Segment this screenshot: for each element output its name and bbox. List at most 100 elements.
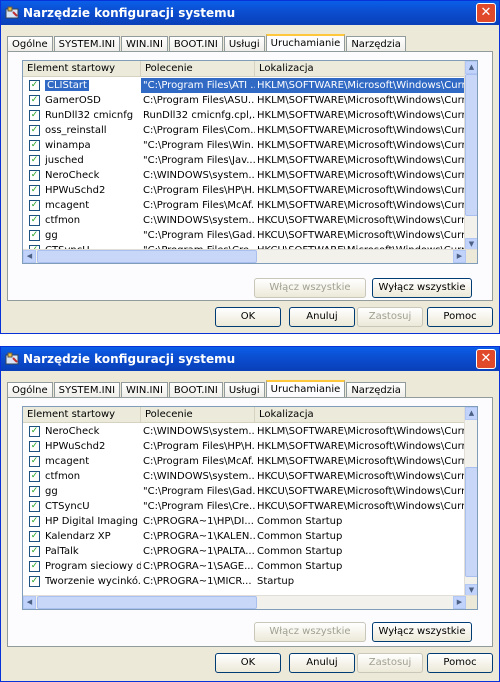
startup-checkbox[interactable]: ✓ xyxy=(29,456,40,467)
startup-checkbox[interactable]: ✓ xyxy=(29,486,40,497)
enable-all-button[interactable]: Włącz wszystkie xyxy=(254,278,366,298)
list-item[interactable]: ✓ mcagent C:\Program Files\McAf... HKLM\SOF… xyxy=(23,198,465,213)
list-item[interactable]: ✓ Program sieciowy d...C:\PROGRA~1\SAGE..… xyxy=(23,559,465,574)
startup-item-name-text: mcagent xyxy=(45,456,90,467)
scroll-up-arrow-icon[interactable]: ▲ xyxy=(465,61,477,74)
startup-checkbox[interactable]: ✓ xyxy=(29,140,40,151)
startup-checkbox[interactable]: ✓ xyxy=(29,531,40,542)
startup-item-location: HKLM\SOFTWARE\Microsoft\Windows\CurrentV… xyxy=(257,426,465,437)
startup-checkbox[interactable]: ✓ xyxy=(29,426,40,437)
scroll-left-arrow-icon[interactable]: ◀ xyxy=(23,596,36,609)
scroll-right-arrow-icon[interactable]: ▶ xyxy=(453,250,466,263)
startup-item-name: gg xyxy=(45,228,141,243)
list-item[interactable]: ✓ oss_reinstall C:\Program Files\Com... HKL… xyxy=(23,123,465,138)
list-item[interactable]: ✓ ctfmon C:\WINDOWS\system... HKCU\SOFTWARE… xyxy=(23,213,465,228)
startup-list[interactable]: Element startowy Polecenie Lokalizacja ✓ CLI… xyxy=(22,60,478,264)
disable-all-button[interactable]: Wyłącz wszystkie xyxy=(372,622,472,642)
startup-checkbox[interactable]: ✓ xyxy=(29,170,40,181)
vertical-scrollbar[interactable]: ▲ ▼ xyxy=(464,61,477,251)
startup-item-name: HP Digital Imaging ... xyxy=(45,514,141,529)
startup-checkbox[interactable]: ✓ xyxy=(29,80,40,91)
list-item[interactable]: ✓ Kalendarz XP C:\PROGRA~1\KALEN... Common … xyxy=(23,529,465,544)
close-button[interactable]: ✕ xyxy=(476,349,496,369)
help-button[interactable]: Pomoc xyxy=(427,653,493,673)
startup-checkbox[interactable]: ✓ xyxy=(29,516,40,527)
startup-item-name-text: RunDll32 cmicnfg xyxy=(45,110,134,121)
enable-all-button[interactable]: Włącz wszystkie xyxy=(254,622,366,642)
column-header-element[interactable]: Element startowy xyxy=(23,61,141,77)
startup-checkbox[interactable]: ✓ xyxy=(29,576,40,587)
list-item[interactable]: ✓ PalTalk C:\PROGRA~1\PALTA... Common Start… xyxy=(23,544,465,559)
scroll-left-arrow-icon[interactable]: ◀ xyxy=(23,250,36,263)
disable-all-button[interactable]: Wyłącz wszystkie xyxy=(372,278,472,298)
startup-checkbox[interactable]: ✓ xyxy=(29,155,40,166)
apply-button[interactable]: Zastosuj xyxy=(357,653,423,673)
horizontal-scroll-thumb[interactable] xyxy=(37,250,257,263)
column-header-location[interactable]: Lokalizacja xyxy=(255,61,465,77)
list-item[interactable]: ✓ CLIStart "C:\Program Files\ATI ... HKLM\S… xyxy=(23,78,465,93)
list-item[interactable]: ✓ NeroCheck C:\WINDOWS\system... HKLM\SOFTW… xyxy=(23,424,465,439)
help-button[interactable]: Pomoc xyxy=(427,307,493,327)
startup-checkbox[interactable]: ✓ xyxy=(29,200,40,211)
list-item[interactable]: ✓ HPWuSchd2 C:\Program Files\HP\H... HKLM\S… xyxy=(23,439,465,454)
startup-item-location: HKLM\SOFTWARE\Microsoft\Windows\CurrentV… xyxy=(255,78,465,93)
startup-checkbox[interactable]: ✓ xyxy=(29,441,40,452)
horizontal-scrollbar[interactable]: ◀ ▶ xyxy=(23,249,477,263)
column-header-location[interactable]: Lokalizacja xyxy=(255,407,465,423)
list-item[interactable]: ✓ gg "C:\Program Files\Gad... HKCU\SOFTWARE… xyxy=(23,228,465,243)
startup-item-command: C:\Program Files\McAf... xyxy=(143,456,255,467)
list-item[interactable]: ✓ ctfmon C:\WINDOWS\system... HKCU\SOFTWARE… xyxy=(23,469,465,484)
ok-button[interactable]: OK xyxy=(215,653,281,673)
column-header-command[interactable]: Polecenie xyxy=(141,61,255,77)
list-item[interactable]: ✓ NeroCheck C:\WINDOWS\system... HKLM\SOFTW… xyxy=(23,168,465,183)
startup-item-location: HKCU\SOFTWARE\Microsoft\Windows\CurrentV… xyxy=(257,501,465,512)
list-item[interactable]: ✓ mcagent C:\Program Files\McAf... HKLM\SOF… xyxy=(23,454,465,469)
startup-item-name: PalTalk xyxy=(45,544,141,559)
startup-checkbox[interactable]: ✓ xyxy=(29,95,40,106)
startup-item-command: C:\Program Files\Com... xyxy=(143,125,255,136)
list-item[interactable]: ✓ GamerOSD C:\Program Files\ASU... HKLM\SOF… xyxy=(23,93,465,108)
startup-checkbox[interactable]: ✓ xyxy=(29,125,40,136)
list-item[interactable]: ✓ HP Digital Imaging ... C:\PROGRA~1\HP\DI… xyxy=(23,514,465,529)
startup-item-name: mcagent xyxy=(45,454,141,469)
horizontal-scroll-thumb[interactable] xyxy=(37,596,257,609)
startup-checkbox[interactable]: ✓ xyxy=(29,546,40,557)
cancel-button[interactable]: Anuluj xyxy=(289,307,355,327)
vertical-scroll-thumb[interactable] xyxy=(465,467,477,577)
list-item[interactable]: ✓ HPWuSchd2 C:\Program Files\HP\H... HKLM\S… xyxy=(23,183,465,198)
list-item[interactable]: ✓ winampa "C:\Program Files\Win... HKLM\SOF… xyxy=(23,138,465,153)
list-item[interactable]: ✓ RunDll32 cmicnfg RunDll32 cmicnfg.cpl,..… xyxy=(23,108,465,123)
startup-list[interactable]: Element startowy Polecenie Lokalizacja ✓ Ner… xyxy=(22,406,478,610)
startup-checkbox[interactable]: ✓ xyxy=(29,185,40,196)
cancel-button[interactable]: Anuluj xyxy=(289,653,355,673)
startup-item-command: C:\PROGRA~1\SAGE... xyxy=(143,561,254,572)
startup-item-name: ctfmon xyxy=(45,213,141,228)
list-item[interactable]: ✓ Tworzenie wycinkó... C:\PROGRA~1\MICR...… xyxy=(23,574,465,589)
startup-item-location: HKLM\SOFTWARE\Microsoft\Windows\CurrentV… xyxy=(257,95,465,106)
apply-button[interactable]: Zastosuj xyxy=(357,307,423,327)
startup-checkbox[interactable]: ✓ xyxy=(29,230,40,241)
startup-checkbox[interactable]: ✓ xyxy=(29,501,40,512)
list-header: Element startowy Polecenie Lokalizacja xyxy=(23,407,465,423)
horizontal-scrollbar[interactable]: ◀ ▶ xyxy=(23,595,477,609)
startup-checkbox[interactable]: ✓ xyxy=(29,110,40,121)
column-header-element[interactable]: Element startowy xyxy=(23,407,141,423)
startup-checkbox[interactable]: ✓ xyxy=(29,471,40,482)
startup-item-location: HKCU\SOFTWARE\Microsoft\Windows\CurrentV… xyxy=(257,215,465,226)
list-item[interactable]: ✓ jusched "C:\Program Files\Jav... HKLM\SOF… xyxy=(23,153,465,168)
vertical-scrollbar[interactable]: ▲ ▼ xyxy=(464,407,477,597)
startup-checkbox[interactable]: ✓ xyxy=(29,215,40,226)
ok-button[interactable]: OK xyxy=(215,307,281,327)
vertical-scroll-thumb[interactable] xyxy=(465,74,477,216)
scroll-up-arrow-icon[interactable]: ▲ xyxy=(465,407,477,420)
startup-item-command: C:\Program Files\McAf... xyxy=(143,200,255,211)
column-header-command[interactable]: Polecenie xyxy=(141,407,255,423)
startup-item-command: RunDll32 cmicnfg.cpl,... xyxy=(143,110,255,121)
scroll-right-arrow-icon[interactable]: ▶ xyxy=(453,596,466,609)
list-item[interactable]: ✓ gg "C:\Program Files\Gad... HKCU\SOFTWARE… xyxy=(23,484,465,499)
startup-checkbox[interactable]: ✓ xyxy=(29,561,40,572)
startup-item-location: HKLM\SOFTWARE\Microsoft\Windows\CurrentV… xyxy=(257,441,465,452)
startup-item-name: HPWuSchd2 xyxy=(45,439,141,454)
list-item[interactable]: ✓ CTSyncU "C:\Program Files\Cre...HKCU\SOF… xyxy=(23,499,465,514)
close-button[interactable]: ✕ xyxy=(476,3,496,23)
